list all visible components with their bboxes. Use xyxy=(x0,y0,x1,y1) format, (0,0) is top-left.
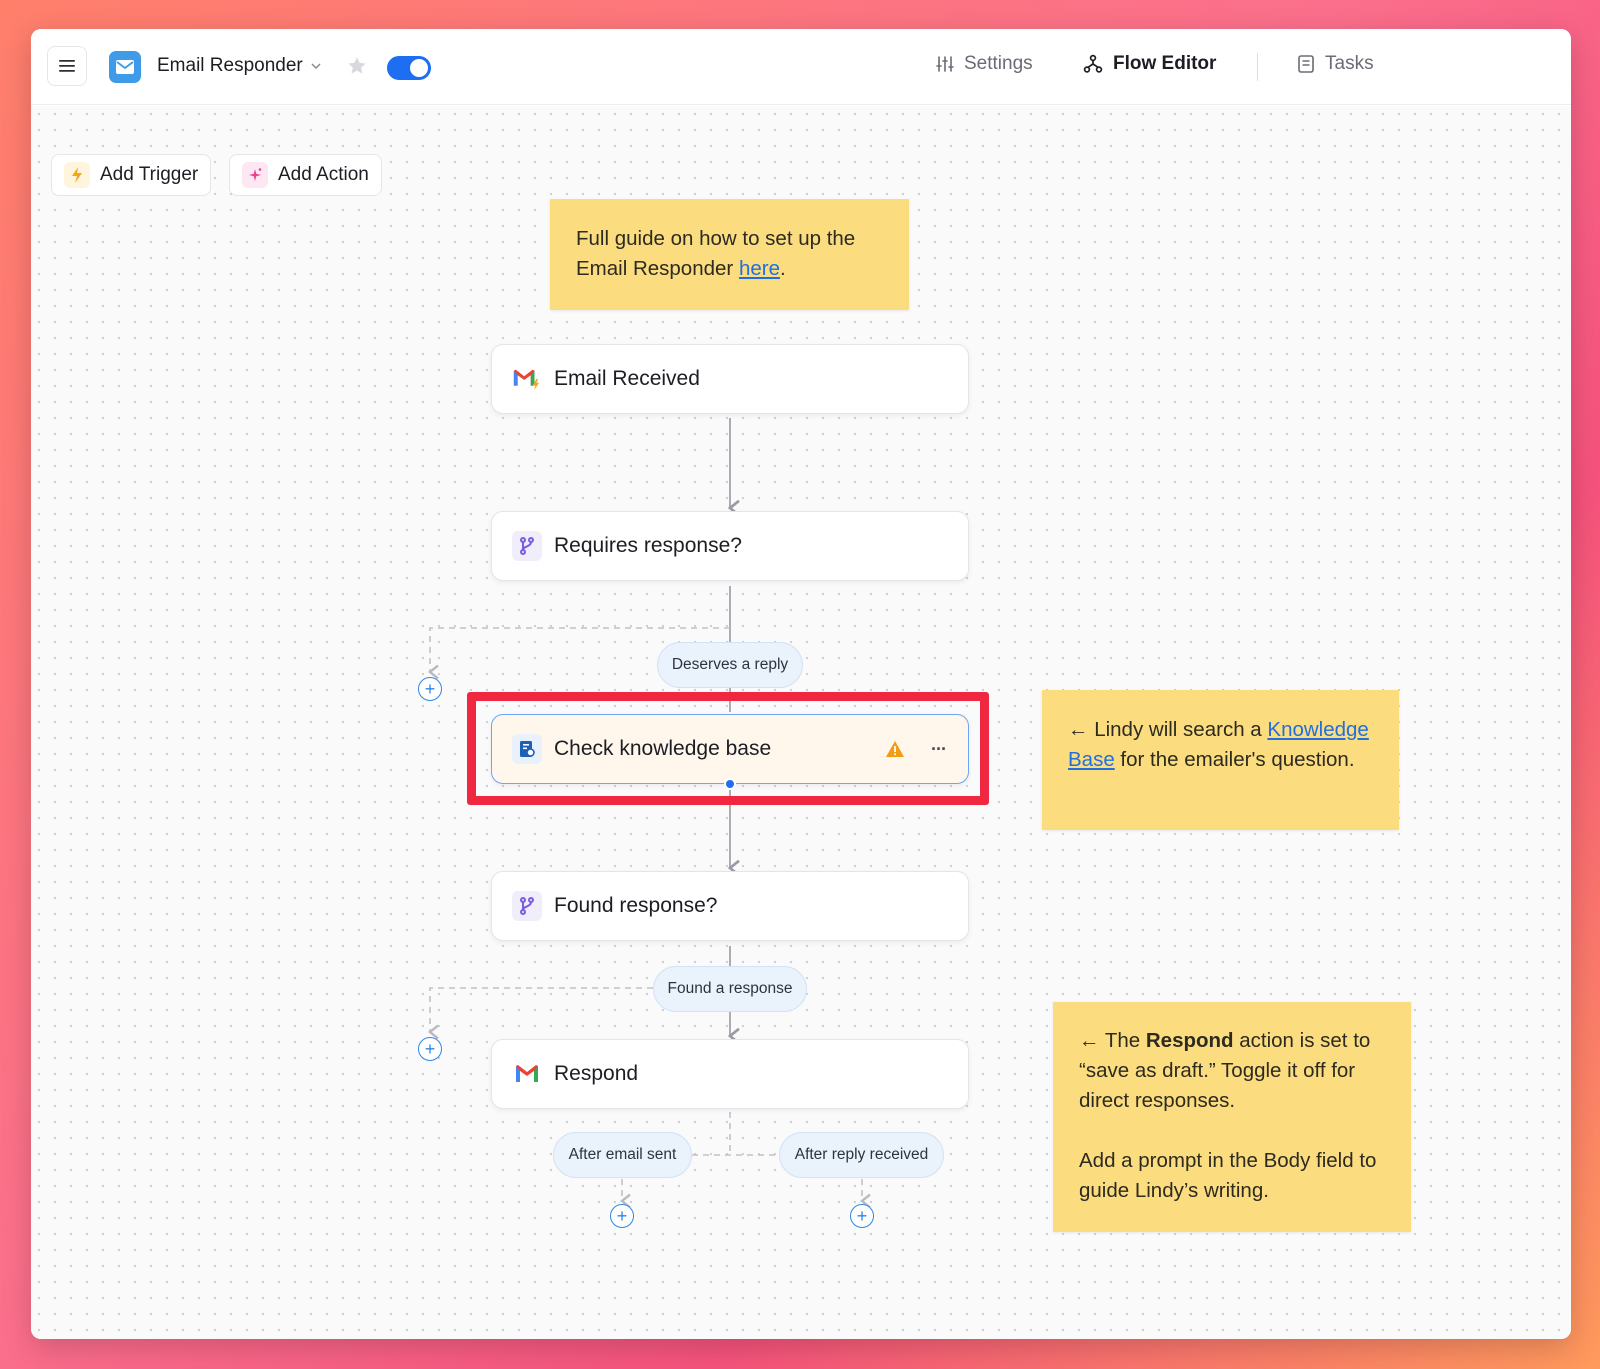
nav-settings[interactable]: Settings xyxy=(936,53,1033,75)
more-options-button[interactable]: ··· xyxy=(931,739,947,760)
knowledge-base-icon xyxy=(512,734,542,764)
chevron-down-icon xyxy=(311,63,321,69)
nav-flow-editor-label: Flow Editor xyxy=(1113,53,1217,74)
agent-enabled-toggle[interactable] xyxy=(387,56,431,80)
node-check-knowledge-base[interactable]: Check knowledge base ··· xyxy=(491,714,969,790)
hamburger-icon xyxy=(59,60,75,72)
branch-label-after-reply-received[interactable]: After reply received xyxy=(779,1132,944,1178)
branch-icon xyxy=(512,891,542,921)
branch-label-text: Found a response xyxy=(667,980,793,997)
favorite-star-button[interactable] xyxy=(346,55,368,82)
guide-here-link[interactable]: here xyxy=(739,257,780,280)
branch-label-text: After email sent xyxy=(568,1146,677,1163)
knowledge-note-suffix: for the emailer's question. xyxy=(1114,748,1355,771)
respond-note-para1: ← The Respond action is set to “save as … xyxy=(1079,1026,1385,1116)
knowledge-base-note: ← Lindy will search a Knowledge Base for… xyxy=(1042,690,1399,830)
flow-canvas[interactable]: Add Trigger Add Action Full guide on how… xyxy=(31,106,1571,1339)
flow-icon xyxy=(1083,54,1103,73)
add-branch-step-button[interactable]: + xyxy=(418,677,442,701)
lightning-icon xyxy=(64,162,90,188)
add-step-after-email-sent-button[interactable]: + xyxy=(610,1204,634,1228)
mail-app-icon xyxy=(109,51,141,83)
add-branch-step-button[interactable]: + xyxy=(418,1037,442,1061)
add-trigger-label: Add Trigger xyxy=(100,164,199,185)
hamburger-menu-button[interactable] xyxy=(47,46,87,86)
respond-note-prefix: ← The xyxy=(1079,1029,1146,1052)
node-title: Check knowledge base xyxy=(554,737,772,760)
node-email-received[interactable]: Email Received xyxy=(491,344,969,414)
clipboard-icon xyxy=(1298,55,1314,73)
add-trigger-button[interactable]: Add Trigger xyxy=(51,154,212,196)
branch-label-text: Deserves a reply xyxy=(671,656,789,673)
node-found-response[interactable]: Found response? xyxy=(491,871,969,941)
node-respond[interactable]: Respond xyxy=(491,1039,969,1109)
branch-label-found-a-response[interactable]: Found a response xyxy=(653,966,807,1012)
gmail-trigger-icon xyxy=(512,364,542,394)
gmail-icon xyxy=(512,1059,542,1089)
nav-settings-label: Settings xyxy=(964,53,1033,74)
respond-note: ← The Respond action is set to “save as … xyxy=(1053,1002,1411,1232)
knowledge-note-prefix: ← Lindy will search a xyxy=(1068,718,1268,741)
top-bar: Email Responder Settings Flow Editor Tas… xyxy=(31,29,1571,105)
guide-note: Full guide on how to set up the Email Re… xyxy=(550,199,909,310)
node-requires-response[interactable]: Requires response? xyxy=(491,511,969,581)
respond-note-bold: Respond xyxy=(1145,1029,1234,1052)
add-action-label: Add Action xyxy=(278,164,369,185)
sparkle-icon xyxy=(242,162,268,188)
branch-icon xyxy=(512,531,542,561)
warning-icon[interactable] xyxy=(885,740,905,758)
branch-label-after-email-sent[interactable]: After email sent xyxy=(553,1132,692,1178)
guide-note-period: . xyxy=(779,257,786,280)
respond-note-para2: Add a prompt in the Body field to guide … xyxy=(1079,1149,1377,1202)
nav-divider xyxy=(1257,53,1258,81)
node-title: Email Received xyxy=(554,367,700,390)
nav-tasks-label: Tasks xyxy=(1325,53,1374,74)
node-title: Requires response? xyxy=(554,534,742,557)
app-window: Email Responder Settings Flow Editor Tas… xyxy=(31,29,1571,1339)
star-icon xyxy=(348,57,366,74)
nav-flow-editor[interactable]: Flow Editor xyxy=(1083,53,1216,75)
add-step-after-reply-received-button[interactable]: + xyxy=(850,1204,874,1228)
agent-name-dropdown[interactable]: Email Responder xyxy=(157,55,321,77)
node-title: Found response? xyxy=(554,894,718,917)
agent-name: Email Responder xyxy=(157,55,303,76)
branch-label-text: After reply received xyxy=(794,1146,929,1163)
toggle-knob xyxy=(410,59,428,77)
nav-tasks[interactable]: Tasks xyxy=(1297,53,1374,75)
node-title: Respond xyxy=(554,1062,639,1085)
sliders-icon xyxy=(936,56,954,72)
branch-label-deserves-reply[interactable]: Deserves a reply xyxy=(657,642,803,688)
guide-note-text: Full guide on how to set up the Email Re… xyxy=(576,227,856,280)
node-output-handle[interactable] xyxy=(724,778,736,790)
add-action-button[interactable]: Add Action xyxy=(229,154,382,196)
